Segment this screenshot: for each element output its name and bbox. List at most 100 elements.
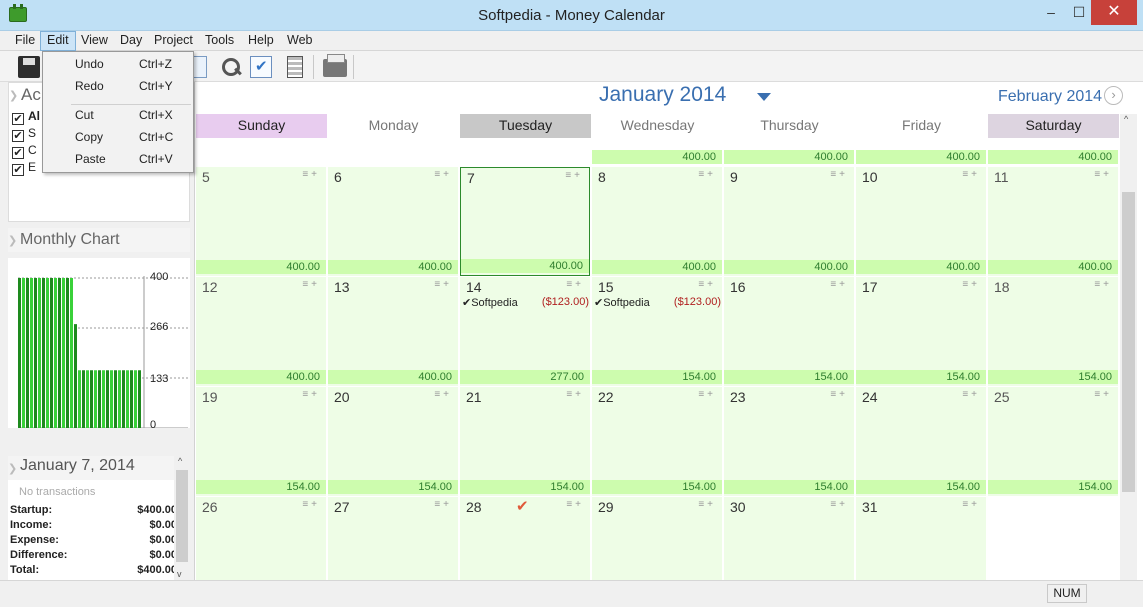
scroll-thumb[interactable]	[176, 470, 188, 562]
checkbox-icon[interactable]: ✔	[12, 130, 24, 142]
day-cell[interactable]: 20 ≡+ 154.00	[328, 387, 458, 496]
add-entry-icon[interactable]: ≡+	[302, 279, 320, 290]
day-cell[interactable]: 26 ≡+	[196, 497, 326, 580]
day-cell[interactable]: 15 ≡+ ✔Softpedia ($123.00) 154.00	[592, 277, 722, 386]
add-entry-icon[interactable]: ≡+	[962, 499, 980, 510]
add-entry-icon[interactable]: ≡+	[434, 169, 452, 180]
menu-paste[interactable]: Paste Ctrl+V	[43, 149, 193, 169]
day-cell[interactable]: 29 ≡+	[592, 497, 722, 580]
calculator-icon[interactable]	[287, 56, 303, 78]
add-entry-icon[interactable]: ≡+	[1094, 279, 1112, 290]
monthly-chart-header[interactable]: ❯ Monthly Chart	[8, 228, 190, 252]
day-cell[interactable]: 16 ≡+ 154.00	[724, 277, 854, 386]
menu-redo[interactable]: Redo Ctrl+Y	[43, 76, 193, 96]
add-entry-icon[interactable]: ≡+	[698, 169, 716, 180]
menu-tools[interactable]: Tools	[199, 31, 240, 51]
day-cell[interactable]: 28 ≡+ ✔	[460, 497, 590, 580]
menu-project[interactable]: Project	[148, 31, 199, 51]
add-entry-icon[interactable]: ≡+	[698, 389, 716, 400]
close-icon[interactable]: ✕	[1091, 0, 1137, 25]
day-cell[interactable]: 6 ≡+ 400.00	[328, 167, 458, 276]
add-entry-icon[interactable]: ≡+	[302, 169, 320, 180]
day-cell[interactable]: 30 ≡+	[724, 497, 854, 580]
chevron-right-icon[interactable]: ›	[1104, 86, 1123, 105]
printer-icon[interactable]	[323, 54, 347, 77]
transaction-row[interactable]: ✔Softpedia ($123.00)	[594, 296, 721, 310]
day-cell[interactable]: 21 ≡+ 154.00	[460, 387, 590, 496]
day-cell[interactable]: 14 ≡+ ✔Softpedia ($123.00) 277.00	[460, 277, 590, 386]
day-cell[interactable]: 400.00	[592, 138, 722, 166]
day-cell[interactable]: 9 ≡+ 400.00	[724, 167, 854, 276]
day-cell[interactable]: 27 ≡+	[328, 497, 458, 580]
account-row[interactable]: ✔ Al	[12, 109, 40, 125]
empty-day-cell[interactable]	[460, 138, 590, 166]
day-cell[interactable]: 8 ≡+ 400.00	[592, 167, 722, 276]
day-cell[interactable]: 400.00	[724, 138, 854, 166]
add-entry-icon[interactable]: ≡+	[302, 499, 320, 510]
account-row[interactable]: ✔ E	[12, 160, 36, 176]
checklist-icon[interactable]	[250, 56, 272, 78]
menu-web[interactable]: Web	[281, 31, 318, 51]
add-entry-icon[interactable]: ≡+	[962, 389, 980, 400]
day-cell[interactable]: 17 ≡+ 154.00	[856, 277, 986, 386]
menu-help[interactable]: Help	[242, 31, 280, 51]
month-title[interactable]: January 2014	[599, 83, 726, 107]
add-entry-icon[interactable]: ≡+	[434, 389, 452, 400]
day-cell[interactable]: 12 ≡+ 400.00	[196, 277, 326, 386]
add-entry-icon[interactable]: ≡+	[830, 499, 848, 510]
next-month-link[interactable]: February 2014	[998, 88, 1102, 106]
checkbox-icon[interactable]: ✔	[12, 147, 24, 159]
add-entry-icon[interactable]: ≡+	[962, 169, 980, 180]
add-entry-icon[interactable]: ≡+	[830, 169, 848, 180]
add-entry-icon[interactable]: ≡+	[302, 389, 320, 400]
add-entry-icon[interactable]: ≡+	[962, 279, 980, 290]
add-entry-icon[interactable]: ≡+	[566, 499, 584, 510]
day-cell[interactable]: 18 ≡+ 154.00	[988, 277, 1118, 386]
summary-scrollbar[interactable]: ^ v	[174, 456, 190, 580]
empty-day-cell[interactable]	[328, 138, 458, 166]
checkbox-icon[interactable]: ✔	[12, 164, 24, 176]
empty-day-cell[interactable]	[988, 497, 1118, 580]
account-row[interactable]: ✔ C	[12, 143, 37, 159]
day-cell[interactable]: 5 ≡+ 400.00	[196, 167, 326, 276]
day-cell[interactable]: 400.00	[856, 138, 986, 166]
calendar-scrollbar[interactable]: ^	[1120, 114, 1137, 580]
menu-undo[interactable]: Undo Ctrl+Z	[43, 54, 193, 74]
menu-view[interactable]: View	[75, 31, 114, 51]
day-cell[interactable]: 31 ≡+	[856, 497, 986, 580]
add-entry-icon[interactable]: ≡+	[566, 389, 584, 400]
save-icon[interactable]	[18, 56, 40, 78]
add-entry-icon[interactable]: ≡+	[1094, 169, 1112, 180]
account-row[interactable]: ✔ S	[12, 126, 36, 142]
minimize-icon[interactable]: –	[1037, 0, 1065, 25]
menu-copy[interactable]: Copy Ctrl+C	[43, 127, 193, 147]
chevron-down-icon[interactable]	[757, 93, 771, 101]
day-cell[interactable]: 10 ≡+ 400.00	[856, 167, 986, 276]
day-cell[interactable]: 22 ≡+ 154.00	[592, 387, 722, 496]
add-entry-icon[interactable]: ≡+	[830, 279, 848, 290]
day-cell[interactable]: 7 ≡+ 400.00	[460, 167, 590, 276]
add-entry-icon[interactable]: ≡+	[565, 170, 583, 181]
add-entry-icon[interactable]: ≡+	[434, 279, 452, 290]
day-cell[interactable]: 23 ≡+ 154.00	[724, 387, 854, 496]
empty-day-cell[interactable]	[196, 138, 326, 166]
menu-day[interactable]: Day	[114, 31, 148, 51]
day-cell[interactable]: 19 ≡+ 154.00	[196, 387, 326, 496]
scroll-thumb[interactable]	[1122, 192, 1135, 492]
day-cell[interactable]: 24 ≡+ 154.00	[856, 387, 986, 496]
checkbox-icon[interactable]: ✔	[12, 113, 24, 125]
day-cell[interactable]: 13 ≡+ 400.00	[328, 277, 458, 386]
chevron-up-icon[interactable]: ^	[1124, 114, 1128, 124]
menu-edit[interactable]: Edit	[40, 31, 76, 51]
add-entry-icon[interactable]: ≡+	[434, 499, 452, 510]
menu-file[interactable]: File	[9, 31, 41, 51]
add-entry-icon[interactable]: ≡+	[566, 279, 584, 290]
selected-day-header[interactable]: ❯ January 7, 2014	[8, 456, 190, 480]
menu-cut[interactable]: Cut Ctrl+X	[43, 105, 193, 125]
day-cell[interactable]: 11 ≡+ 400.00	[988, 167, 1118, 276]
transaction-row[interactable]: ✔Softpedia ($123.00)	[462, 296, 589, 310]
search-icon[interactable]	[220, 56, 242, 78]
add-entry-icon[interactable]: ≡+	[830, 389, 848, 400]
day-cell[interactable]: 400.00	[988, 138, 1118, 166]
add-entry-icon[interactable]: ≡+	[698, 499, 716, 510]
